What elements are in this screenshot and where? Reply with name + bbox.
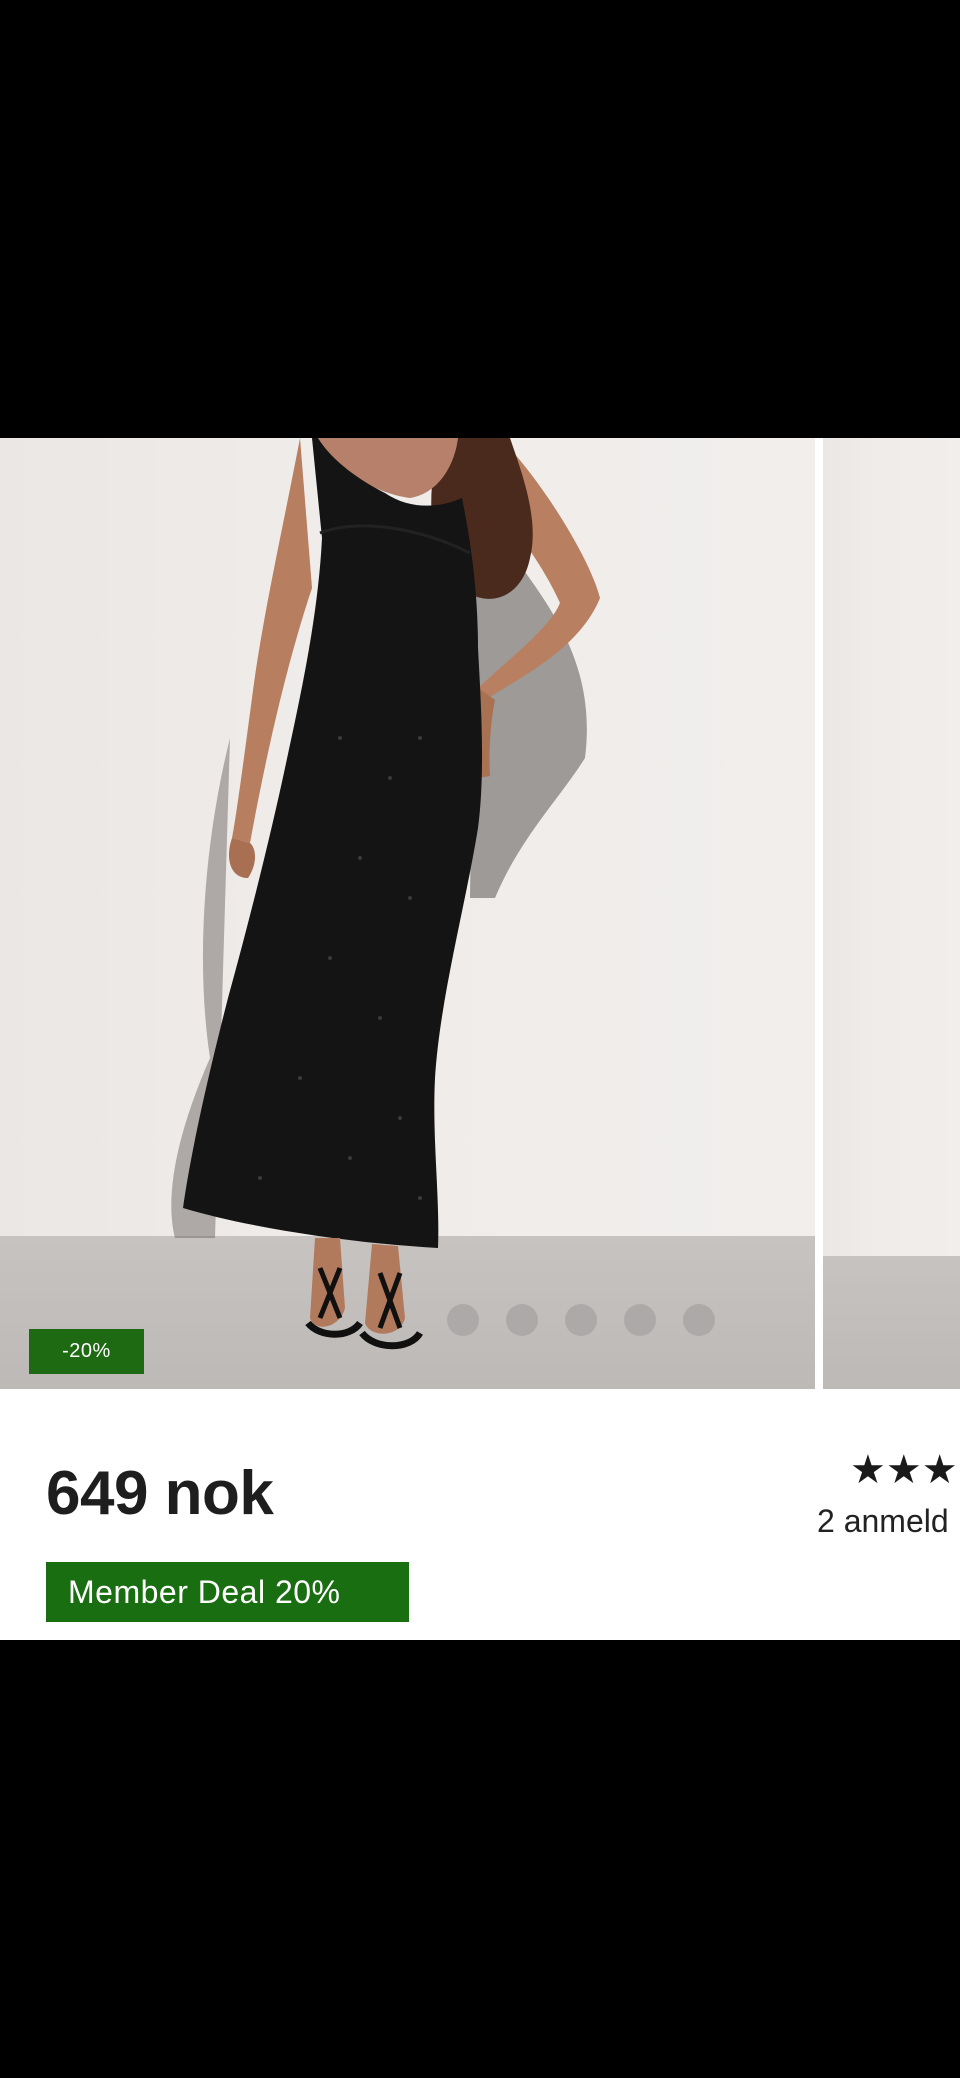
review-count[interactable]: 2 anmeld (817, 1503, 949, 1540)
star-icon: ★★★ (850, 1448, 958, 1492)
model-in-black-dress (171, 438, 600, 1350)
carousel-dot[interactable] (447, 1304, 479, 1336)
product-price: 649 nok (46, 1459, 274, 1528)
carousel-pagination (447, 1304, 715, 1336)
discount-badge: -20% (29, 1329, 144, 1374)
image-carousel[interactable]: -20% (0, 438, 960, 1389)
product-image[interactable]: -20% (0, 438, 815, 1389)
product-card[interactable]: -20% 649 nok Member Deal 20% ★★★ 2 anmel… (0, 438, 960, 1640)
next-product-image[interactable] (823, 438, 960, 1389)
bottom-letterbox (0, 1640, 960, 2078)
carousel-dot[interactable] (506, 1304, 538, 1336)
backdrop-floor (823, 1256, 960, 1389)
carousel-dot[interactable] (565, 1304, 597, 1336)
carousel-dot[interactable] (683, 1304, 715, 1336)
carousel-dot[interactable] (624, 1304, 656, 1336)
star-rating: ★★★ (850, 1450, 958, 1490)
member-deal-badge: Member Deal 20% (46, 1562, 409, 1622)
backdrop-wall (823, 438, 960, 1256)
top-letterbox (0, 0, 960, 438)
